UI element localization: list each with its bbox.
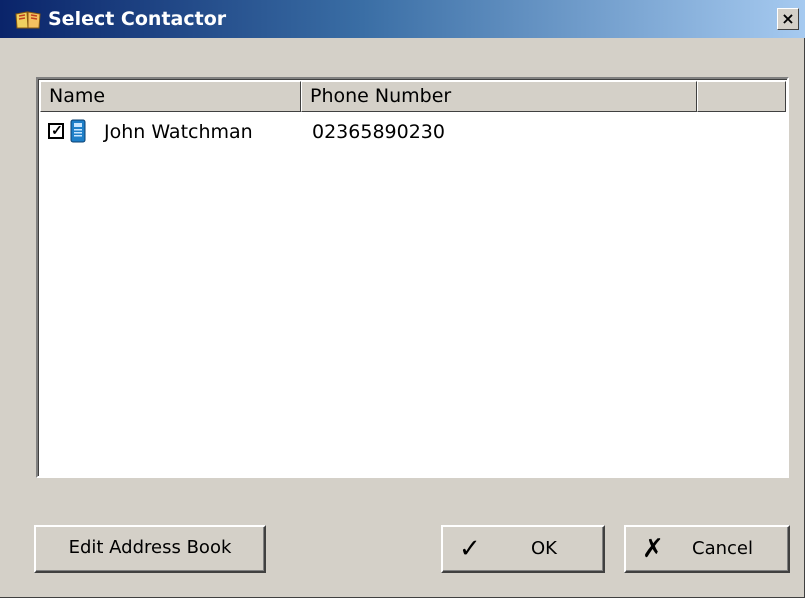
ok-button[interactable]: ✓ OK (441, 525, 605, 573)
column-header-empty[interactable] (697, 81, 786, 112)
ok-label: OK (531, 538, 557, 559)
close-icon: × (781, 9, 795, 28)
checkmark-icon: ✓ (51, 122, 63, 138)
column-header-phone[interactable]: Phone Number (301, 81, 697, 112)
book-icon (15, 11, 41, 29)
contact-name: John Watchman (104, 121, 253, 143)
phone-icon (70, 119, 86, 143)
cancel-label: Cancel (692, 538, 753, 559)
contact-list[interactable]: Name Phone Number ✓ John Watchman 023658… (36, 77, 789, 478)
contact-phone: 02365890230 (312, 121, 445, 143)
select-contactor-dialog: Select Contactor × Name Phone Number ✓ J… (0, 0, 805, 598)
title-bar[interactable]: Select Contactor × (0, 0, 805, 38)
list-header: Name Phone Number (40, 81, 786, 112)
close-button[interactable]: × (777, 8, 799, 30)
cancel-button[interactable]: ✗ Cancel (624, 525, 790, 573)
list-item[interactable]: ✓ John Watchman 02365890230 (40, 119, 740, 147)
checkmark-icon: ✓ (459, 534, 481, 564)
column-header-name[interactable]: Name (40, 81, 301, 112)
x-icon: ✗ (642, 534, 664, 564)
contact-checkbox[interactable]: ✓ (48, 122, 64, 139)
window-title: Select Contactor (48, 8, 227, 30)
edit-address-book-button[interactable]: Edit Address Book (34, 525, 266, 573)
